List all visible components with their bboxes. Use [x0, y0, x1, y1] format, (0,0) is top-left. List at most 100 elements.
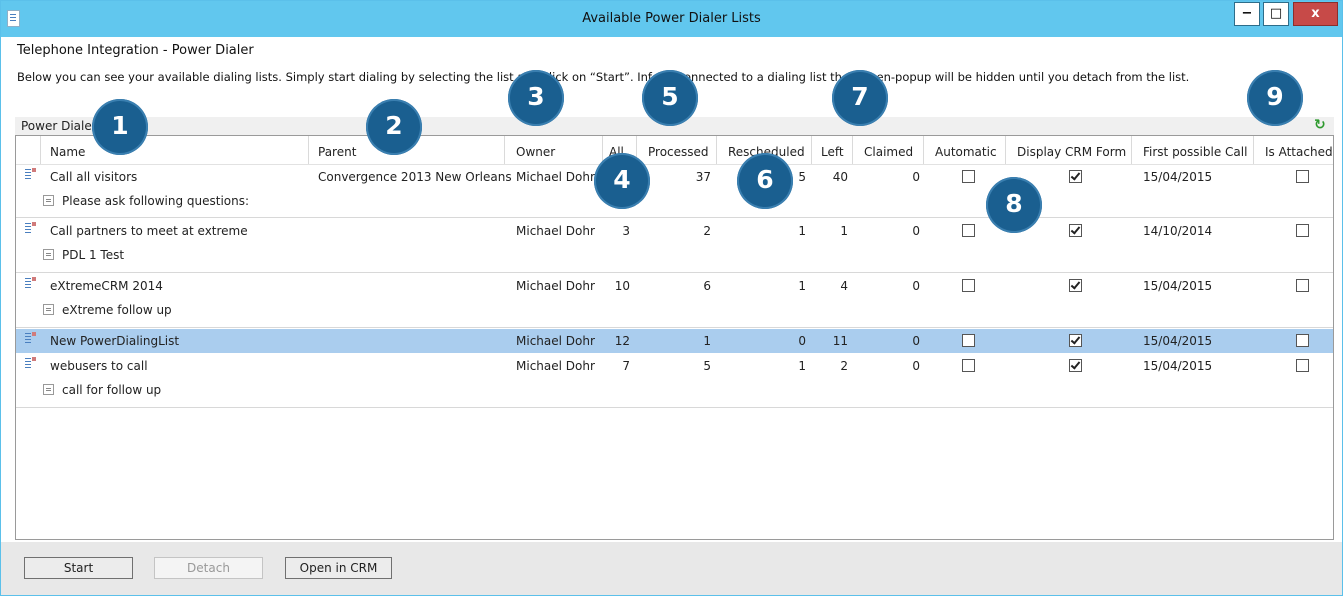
cell-first-possible-call: 15/04/2015: [1143, 279, 1213, 293]
cell-all: 3: [622, 224, 630, 238]
display-crm-form-checkbox[interactable]: [1069, 279, 1082, 292]
refresh-icon[interactable]: ↻: [1314, 118, 1328, 132]
column-header-first-possible-call[interactable]: First possible Call: [1143, 145, 1247, 159]
minimize-button[interactable]: −: [1234, 2, 1260, 26]
cell-owner: Michael Dohr: [516, 279, 595, 293]
table-row[interactable]: Call all visitors Convergence 2013 New O…: [16, 165, 1333, 217]
list-item-note: Please ask following questions:: [43, 194, 249, 208]
table-row[interactable]: webusers to call Michael Dohr 7 5 1 2 0 …: [16, 354, 1333, 406]
display-crm-form-checkbox[interactable]: [1069, 334, 1082, 347]
start-button[interactable]: Start: [24, 557, 133, 579]
cell-claimed: 0: [912, 279, 920, 293]
cell-all: 10: [614, 279, 630, 293]
note-icon: [43, 249, 54, 260]
maximize-button[interactable]: □: [1263, 2, 1289, 26]
list-item-note: eXtreme follow up: [43, 303, 172, 317]
callout-badge-9: 9: [1247, 70, 1303, 126]
callout-badge-6: 6: [737, 153, 793, 209]
column-header-processed[interactable]: Processed: [648, 145, 709, 159]
table-row-selected[interactable]: New PowerDialingList Michael Dohr 12 1 0…: [16, 329, 1333, 353]
dialing-list-icon: [25, 222, 37, 237]
display-crm-form-checkbox[interactable]: [1069, 359, 1082, 372]
cell-rescheduled: 1: [798, 224, 806, 238]
cell-name: Call all visitors: [50, 170, 138, 184]
cell-claimed: 0: [912, 334, 920, 348]
cell-left: 11: [832, 334, 848, 348]
cell-owner: Michael Dohr: [516, 334, 595, 348]
column-header-is-attached[interactable]: Is Attached: [1265, 145, 1333, 159]
table-row[interactable]: eXtremeCRM 2014 Michael Dohr 10 6 1 4 0 …: [16, 274, 1333, 326]
cell-processed: 2: [703, 224, 711, 238]
cell-claimed: 0: [912, 359, 920, 373]
column-header-display-crm-form[interactable]: Display CRM Form: [1017, 145, 1126, 159]
callout-badge-7: 7: [832, 70, 888, 126]
detach-button[interactable]: Detach: [154, 557, 263, 579]
note-text: PDL 1 Test: [62, 248, 125, 262]
footer-bar: Start Detach Open in CRM: [1, 542, 1342, 595]
display-crm-form-checkbox[interactable]: [1069, 170, 1082, 183]
cell-all: 7: [622, 359, 630, 373]
dialing-list-icon: [25, 357, 37, 372]
automatic-checkbox[interactable]: [962, 279, 975, 292]
cell-processed: 6: [703, 279, 711, 293]
callout-badge-1: 1: [92, 99, 148, 155]
automatic-checkbox[interactable]: [962, 224, 975, 237]
column-header-owner[interactable]: Owner: [516, 145, 555, 159]
description-text: Below you can see your available dialing…: [17, 70, 1190, 84]
title-bar[interactable]: Available Power Dialer Lists − □ x: [1, 1, 1342, 37]
callout-badge-3: 3: [508, 70, 564, 126]
column-header-left[interactable]: Left: [821, 145, 844, 159]
column-header-name[interactable]: Name: [50, 145, 85, 159]
note-icon: [43, 384, 54, 395]
cell-left: 2: [840, 359, 848, 373]
is-attached-checkbox[interactable]: [1296, 359, 1309, 372]
note-text: eXtreme follow up: [62, 303, 172, 317]
column-header-claimed[interactable]: Claimed: [864, 145, 913, 159]
automatic-checkbox[interactable]: [962, 170, 975, 183]
cell-processed: 37: [695, 170, 711, 184]
column-header-parent[interactable]: Parent: [318, 145, 356, 159]
cell-name: New PowerDialingList: [50, 334, 180, 348]
automatic-checkbox[interactable]: [962, 359, 975, 372]
is-attached-checkbox[interactable]: [1296, 334, 1309, 347]
cell-owner: Michael Dohr: [516, 170, 595, 184]
cell-name: Call partners to meet at extreme: [50, 224, 248, 238]
page-title: Telephone Integration - Power Dialer: [17, 43, 254, 58]
cell-rescheduled: 1: [798, 279, 806, 293]
cell-left: 40: [832, 170, 848, 184]
cell-rescheduled: 1: [798, 359, 806, 373]
dialing-list-icon: [25, 168, 37, 183]
cell-left: 1: [840, 224, 848, 238]
cell-first-possible-call: 14/10/2014: [1143, 224, 1213, 238]
column-header-automatic[interactable]: Automatic: [935, 145, 997, 159]
is-attached-checkbox[interactable]: [1296, 170, 1309, 183]
dialing-list-icon: [25, 277, 37, 292]
automatic-checkbox[interactable]: [962, 334, 975, 347]
is-attached-checkbox[interactable]: [1296, 279, 1309, 292]
cell-parent: Convergence 2013 New Orleans: [318, 170, 512, 184]
display-crm-form-checkbox[interactable]: [1069, 224, 1082, 237]
list-item-note: call for follow up: [43, 383, 161, 397]
callout-badge-5: 5: [642, 70, 698, 126]
note-icon: [43, 304, 54, 315]
open-in-crm-button[interactable]: Open in CRM: [285, 557, 392, 579]
list-item-note: PDL 1 Test: [43, 248, 124, 262]
cell-processed: 1: [703, 334, 711, 348]
cell-processed: 5: [703, 359, 711, 373]
dialing-list-icon: [25, 332, 37, 347]
dialer-lists-grid[interactable]: Name Parent Owner All Processed Reschedu…: [15, 135, 1334, 540]
toolbar-label: Power Dialer: [21, 119, 97, 133]
cell-owner: Michael Dohr: [516, 359, 595, 373]
cell-all: 12: [614, 334, 630, 348]
table-row[interactable]: Call partners to meet at extreme Michael…: [16, 219, 1333, 271]
note-text: call for follow up: [62, 383, 162, 397]
callout-badge-2: 2: [366, 99, 422, 155]
cell-first-possible-call: 15/04/2015: [1143, 170, 1213, 184]
is-attached-checkbox[interactable]: [1296, 224, 1309, 237]
cell-owner: Michael Dohr: [516, 224, 595, 238]
power-dialer-window: Available Power Dialer Lists − □ x Telep…: [0, 0, 1343, 596]
close-button[interactable]: x: [1293, 2, 1338, 26]
cell-left: 4: [840, 279, 848, 293]
callout-badge-4: 4: [594, 153, 650, 209]
cell-claimed: 0: [912, 224, 920, 238]
